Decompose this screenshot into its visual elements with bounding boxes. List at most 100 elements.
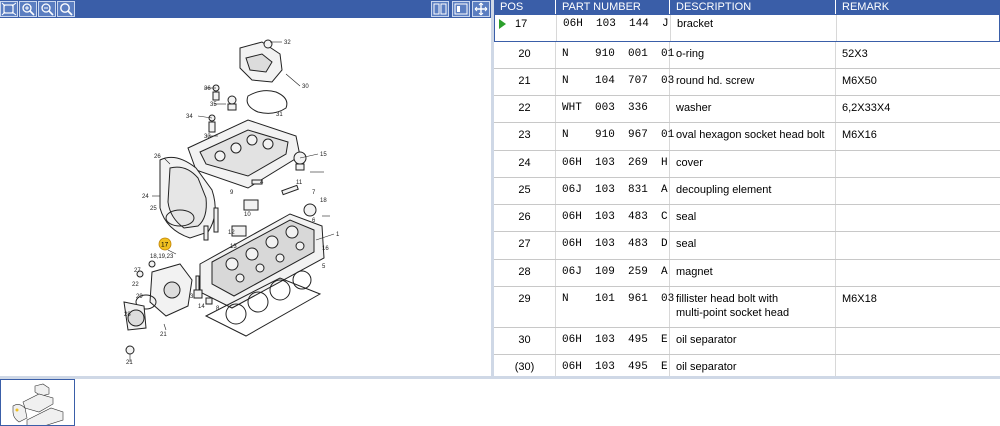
- svg-text:30: 30: [302, 84, 309, 90]
- svg-text:14: 14: [198, 304, 205, 310]
- cell-description: magnet: [670, 260, 836, 286]
- cell-remark: 52X3: [842, 48, 868, 60]
- cell-part-number: N 101 961 03: [556, 287, 674, 327]
- svg-text:5: 5: [322, 264, 326, 270]
- table-row[interactable]: 26 06H 103 483 C seal: [494, 205, 1000, 232]
- single-view-icon[interactable]: [452, 1, 470, 17]
- cell-description: oil separator: [670, 355, 836, 376]
- cell-part-number: 06J 109 259 A: [556, 260, 670, 286]
- svg-text:28: 28: [124, 312, 131, 318]
- cell-remark: [836, 151, 1000, 177]
- svg-text:10: 10: [244, 212, 251, 218]
- svg-text:12: 12: [228, 230, 235, 236]
- magnifier-icon[interactable]: [57, 1, 75, 17]
- cell-pos: 21: [494, 69, 556, 95]
- cell-pos: 30: [494, 328, 556, 354]
- parts-table: POS PART NUMBER DESCRIPTION REMARK 17 06…: [494, 0, 1000, 376]
- svg-text:25: 25: [150, 206, 157, 212]
- cell-pos: 24: [494, 151, 556, 177]
- move-icon[interactable]: [472, 1, 490, 17]
- cell-remark: M6X18: [842, 293, 877, 305]
- table-row[interactable]: 22 WHT 003 336 washer 6,2X33X4: [494, 96, 1000, 123]
- cell-part-number: 06H 103 269 H: [556, 151, 670, 177]
- cell-pos: 20: [494, 42, 556, 68]
- table-row[interactable]: (30) 06H 103 495 E oil separator: [494, 355, 1000, 376]
- table-row-selected[interactable]: 17 06H 103 144 J bracket: [494, 14, 1000, 42]
- diagram-thumbnail[interactable]: [0, 379, 75, 426]
- cell-remark: [837, 15, 1000, 41]
- svg-text:32: 32: [284, 40, 291, 46]
- cell-pos: 25: [494, 178, 556, 204]
- table-row[interactable]: 25 06J 103 831 A decoupling element: [494, 178, 1000, 205]
- svg-text:11: 11: [296, 180, 303, 186]
- cell-description: seal: [670, 232, 836, 259]
- svg-text:34: 34: [186, 114, 193, 120]
- table-row[interactable]: 28 06J 109 259 A magnet: [494, 260, 1000, 287]
- cell-remark: [836, 178, 1000, 204]
- cell-part-number: 06H 103 144 J: [557, 15, 671, 41]
- svg-text:21: 21: [160, 332, 167, 338]
- zoom-out-icon[interactable]: [38, 1, 56, 17]
- cell-description: washer: [670, 96, 836, 122]
- cell-description: oil separator: [670, 328, 836, 354]
- svg-text:22: 22: [132, 282, 139, 288]
- cell-pos: 22: [494, 96, 556, 122]
- svg-text:31: 31: [276, 112, 283, 118]
- exploded-parts-diagram[interactable]: 323036 353433 312624 251518 11213 1618,1…: [0, 18, 492, 376]
- svg-text:29: 29: [136, 294, 143, 300]
- table-row[interactable]: 20 N 910 001 01 o-ring 52X3: [494, 42, 1000, 69]
- svg-text:27: 27: [134, 268, 141, 274]
- column-header-description[interactable]: DESCRIPTION: [670, 0, 836, 14]
- svg-text:4: 4: [260, 180, 264, 186]
- svg-text:17: 17: [161, 242, 169, 249]
- cell-description: cover: [670, 151, 836, 177]
- cell-remark: [836, 355, 1000, 376]
- cell-pos: 27: [494, 232, 556, 259]
- cell-remark: [836, 328, 1000, 354]
- svg-text:7: 7: [312, 190, 316, 196]
- cell-remark: 6,2X33X4: [842, 102, 891, 114]
- cell-remark: M6X16: [842, 129, 877, 141]
- cell-pos: 17: [495, 15, 557, 41]
- cell-description-line-1: fillister head bolt with: [676, 293, 779, 305]
- diagram-toolbar: [0, 0, 492, 18]
- cell-remark: M6X50: [842, 75, 877, 87]
- table-row[interactable]: 27 06H 103 483 D seal: [494, 232, 1000, 260]
- svg-text:21: 21: [126, 360, 133, 366]
- svg-text:36: 36: [204, 86, 211, 92]
- cell-part-number: N 910 001 01: [556, 42, 674, 68]
- cell-part-number: N 104 707 03: [556, 69, 674, 95]
- zoom-fit-icon[interactable]: [0, 1, 18, 17]
- table-header: POS PART NUMBER DESCRIPTION REMARK: [494, 0, 1000, 14]
- svg-text:15: 15: [320, 152, 327, 158]
- cell-description: bracket: [671, 15, 837, 41]
- cell-remark: [836, 232, 1000, 259]
- svg-text:35: 35: [210, 102, 217, 108]
- table-row[interactable]: 23 N 910 967 01 oval hexagon socket head…: [494, 123, 1000, 151]
- zoom-in-icon[interactable]: [19, 1, 37, 17]
- column-header-remark[interactable]: REMARK: [836, 0, 1000, 14]
- table-row[interactable]: 21 N 104 707 03 round hd. screw M6X50: [494, 69, 1000, 96]
- column-header-part-number[interactable]: PART NUMBER: [556, 0, 670, 14]
- cell-pos: 26: [494, 205, 556, 231]
- svg-text:13: 13: [230, 244, 237, 250]
- cell-description: decoupling element: [670, 178, 836, 204]
- column-header-pos[interactable]: POS: [494, 0, 556, 14]
- cell-pos: 23: [494, 123, 556, 150]
- diagram-thumbnail-icon: [12, 383, 64, 425]
- cell-description: oval hexagon socket head bolt: [670, 123, 836, 150]
- table-row[interactable]: 30 06H 103 495 E oil separator: [494, 328, 1000, 355]
- table-row[interactable]: 29 N 101 961 03 fillister head bolt with…: [494, 287, 1000, 328]
- cell-description: fillister head bolt with multi-point soc…: [670, 287, 836, 327]
- cell-description: o-ring: [670, 42, 836, 68]
- cell-part-number: 06H 103 495 E: [556, 355, 670, 376]
- svg-text:3: 3: [190, 294, 194, 300]
- cell-pos: (30): [494, 355, 556, 376]
- cell-part-number: WHT 003 336: [556, 96, 670, 122]
- cell-pos: 29: [494, 287, 556, 327]
- table-row[interactable]: 24 06H 103 269 H cover: [494, 151, 1000, 178]
- cell-description: seal: [670, 205, 836, 231]
- split-view-icon[interactable]: [431, 1, 449, 17]
- cell-part-number: 06H 103 483 C: [556, 205, 670, 231]
- cell-remark: [836, 205, 1000, 231]
